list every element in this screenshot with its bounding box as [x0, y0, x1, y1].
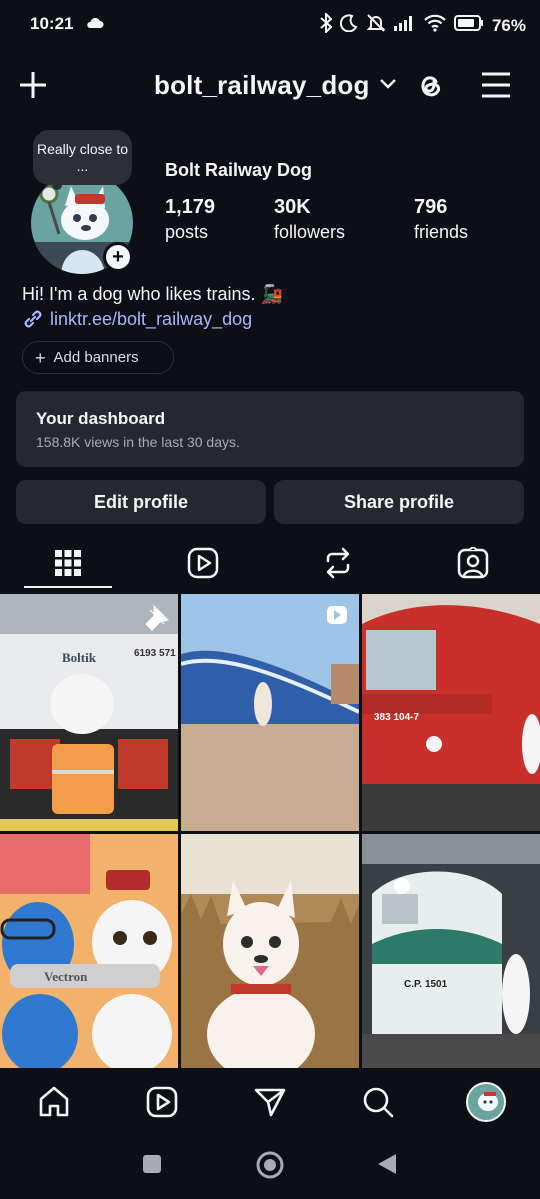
add-banners-label: Add banners: [53, 349, 139, 366]
dashboard-subtitle: 158.8K views in the last 30 days.: [36, 434, 240, 450]
grid-post[interactable]: [181, 834, 359, 1071]
stat-friends[interactable]: 796 friends: [414, 196, 468, 243]
nav-search[interactable]: [358, 1082, 398, 1122]
moon-icon: [339, 14, 358, 37]
note-bubble[interactable]: Really close to ...: [33, 130, 132, 185]
status-time: 10:21: [30, 14, 74, 33]
chevron-down-icon[interactable]: [378, 77, 398, 96]
stat-value: 1,179: [165, 196, 216, 218]
threads-icon[interactable]: [412, 68, 448, 109]
link-icon: [24, 310, 42, 328]
signal-icon: [393, 15, 416, 36]
nav-profile[interactable]: [466, 1082, 506, 1122]
stat-followers[interactable]: 30K followers: [274, 196, 345, 243]
note-bubble-tail: [52, 180, 62, 190]
bio-link[interactable]: linktr.ee/bolt_railway_dog: [22, 308, 252, 330]
plus-icon: +: [35, 347, 46, 368]
stat-label: friends: [414, 222, 469, 242]
bottom-nav: [0, 1068, 540, 1134]
plus-icon: [20, 72, 46, 98]
locomotive-name-text: Boltik: [62, 650, 97, 665]
tagged-icon: [457, 547, 488, 579]
battery-icon: [453, 15, 484, 36]
add-banners-button[interactable]: + Add banners: [22, 341, 174, 374]
bio-text: Hi! I'm a dog who likes trains. 🚂: [22, 284, 283, 304]
search-icon: [363, 1087, 394, 1118]
send-icon: [254, 1088, 286, 1117]
locomotive-number-text: 6193 571: [134, 648, 176, 659]
create-button[interactable]: [14, 66, 52, 104]
add-story-button[interactable]: +: [103, 242, 133, 272]
home-circle-icon[interactable]: [256, 1151, 284, 1184]
tab-reposts[interactable]: [270, 540, 405, 586]
stat-label: followers: [274, 222, 346, 242]
stat-label: posts: [165, 222, 209, 242]
account-switcher-username[interactable]: bolt_railway_dog: [154, 70, 370, 101]
dashboard-card[interactable]: Your dashboard 158.8K views in the last …: [16, 391, 524, 467]
home-icon: [39, 1086, 69, 1117]
tab-tagged[interactable]: [405, 540, 540, 586]
recents-icon[interactable]: [142, 1154, 162, 1179]
locomotive-number-text: C.P. 1501: [404, 979, 448, 990]
active-tab-indicator: [24, 586, 112, 588]
grid-post[interactable]: Boltik 6193 571: [0, 594, 178, 831]
share-profile-button[interactable]: Share profile: [274, 480, 524, 524]
stat-posts[interactable]: 1,179 posts: [165, 196, 215, 243]
reposts-icon: [326, 547, 349, 579]
reels-icon: [146, 1086, 178, 1118]
wifi-icon: [424, 14, 446, 37]
reel-icon: [327, 606, 347, 624]
locomotive-number-text: 383 104-7: [374, 712, 419, 723]
tab-grid[interactable]: [0, 540, 135, 586]
grid-post[interactable]: 383 104-7: [362, 594, 540, 831]
bio-link-text[interactable]: linktr.ee/bolt_railway_dog: [50, 309, 252, 330]
muted-bell-icon: [366, 13, 386, 38]
edit-profile-button[interactable]: Edit profile: [16, 480, 266, 524]
train-model-text: Vectron: [44, 969, 88, 984]
nav-messages[interactable]: [250, 1082, 290, 1122]
stat-value: 30K: [274, 196, 311, 218]
nav-home[interactable]: [34, 1082, 74, 1122]
stat-value: 796: [414, 196, 448, 218]
back-icon[interactable]: [376, 1152, 398, 1181]
status-icons: 76%: [320, 11, 526, 38]
bluetooth-icon: [320, 11, 333, 38]
menu-icon[interactable]: [480, 70, 512, 105]
profile-header: bolt_railway_dog: [0, 60, 540, 112]
grid-icon: [54, 550, 81, 576]
cloud-icon: [86, 16, 104, 34]
grid-post[interactable]: Vectron: [0, 834, 178, 1071]
reels-icon: [187, 547, 218, 579]
system-nav-bar: [0, 1134, 540, 1199]
profile-avatar-icon: [466, 1082, 506, 1122]
display-name: Bolt Railway Dog: [165, 160, 313, 180]
grid-post[interactable]: C.P. 1501: [362, 834, 540, 1071]
status-bar: 10:21 76%: [0, 0, 540, 50]
plus-icon: +: [106, 245, 130, 269]
dashboard-title: Your dashboard: [36, 409, 166, 428]
battery-percent: 76%: [491, 15, 526, 35]
nav-reels[interactable]: [142, 1082, 182, 1122]
tab-reels[interactable]: [135, 540, 270, 586]
grid-post[interactable]: [181, 594, 359, 831]
